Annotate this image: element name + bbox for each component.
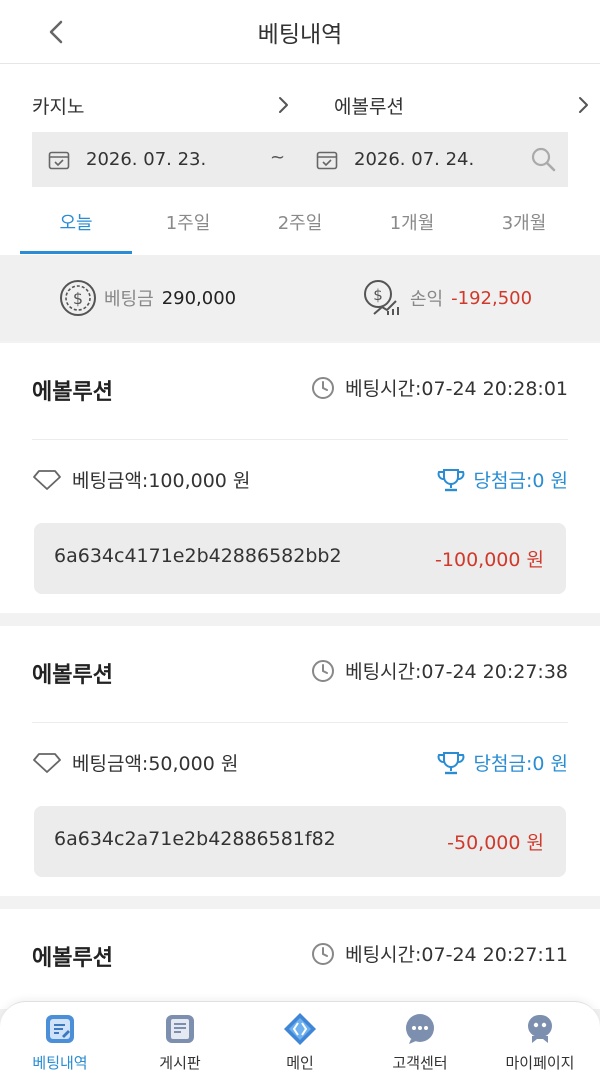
profit-total: $ 손익 -192,500 <box>362 255 532 341</box>
bet-detail-box: 6a634c2a71e2b42886581f82 -50,000 원 <box>34 806 566 877</box>
tab-1month[interactable]: 1개월 <box>356 190 468 254</box>
bet-time-text: 베팅시간:07-24 20:28:01 <box>345 378 568 400</box>
bottom-navigation: 베팅내역 게시판 메인 고객센터 마이페이지 <box>0 1001 600 1075</box>
svg-text:$: $ <box>373 286 383 304</box>
nav-label: 게시판 <box>159 1054 201 1072</box>
provider-selector[interactable]: 에볼루션 <box>334 80 590 130</box>
svg-text:$: $ <box>73 289 83 308</box>
bet-amount: 베팅금액:50,000 원 <box>32 749 238 776</box>
chevron-right-icon <box>279 97 288 113</box>
app-header: 베팅내역 <box>0 0 600 64</box>
bet-time: 베팅시간:07-24 20:27:38 <box>311 657 568 684</box>
main-icon <box>284 1013 316 1045</box>
game-name: 에볼루션 <box>32 380 113 405</box>
game-name: 에볼루션 <box>32 663 113 688</box>
bet-id: 6a634c4171e2b42886582bb2 <box>54 545 342 567</box>
nav-board[interactable]: 게시판 <box>120 1002 240 1075</box>
nav-label: 메인 <box>286 1054 314 1072</box>
bet-total-value: 290,000 <box>161 287 237 309</box>
bet-amount-text: 베팅금액:100,000 원 <box>72 470 251 492</box>
coin-dollar-icon: $ <box>60 280 96 316</box>
calendar-icon <box>48 151 70 169</box>
bet-total-label: 베팅금 <box>104 289 154 310</box>
bet-profit-loss: -50,000 원 <box>447 832 544 854</box>
search-icon <box>531 147 556 172</box>
date-range-bar: 2026. 07. 23. ~ 2026. 07. 24. <box>32 132 568 187</box>
mypage-icon <box>528 1015 552 1043</box>
nav-label: 고객센터 <box>392 1054 448 1072</box>
tab-today[interactable]: 오늘 <box>20 190 132 254</box>
diamond-icon <box>33 752 61 773</box>
bet-time: 베팅시간:07-24 20:27:11 <box>311 940 568 967</box>
tab-3months[interactable]: 3개월 <box>468 190 580 254</box>
page-title: 베팅내역 <box>257 21 343 48</box>
provider-label: 에볼루션 <box>334 95 404 118</box>
nav-mypage[interactable]: 마이페이지 <box>480 1002 600 1075</box>
win-amount: 당첨금:0 원 <box>436 466 568 493</box>
clock-icon <box>312 376 335 399</box>
period-tabs: 오늘 1주일 2주일 1개월 3개월 <box>20 190 580 254</box>
category-label: 카지노 <box>32 95 85 118</box>
date-to-field[interactable]: 2026. 07. 24. <box>316 132 474 187</box>
chevron-right-icon <box>579 97 588 113</box>
date-to-value: 2026. 07. 24. <box>354 149 475 170</box>
date-from-value: 2026. 07. 23. <box>86 149 207 170</box>
nav-customer-center[interactable]: 고객센터 <box>360 1002 480 1075</box>
category-selector[interactable]: 카지노 <box>32 80 290 130</box>
bet-history-icon <box>46 1015 74 1043</box>
summary-bar: $ 베팅금 290,000 $ 손익 -192,500 <box>0 255 600 341</box>
bet-id: 6a634c2a71e2b42886581f82 <box>54 828 336 850</box>
tab-2weeks[interactable]: 2주일 <box>244 190 356 254</box>
trophy-icon <box>437 751 464 774</box>
bet-time: 베팅시간:07-24 20:28:01 <box>311 374 568 401</box>
search-button[interactable] <box>530 146 556 176</box>
bet-record-card[interactable]: 에볼루션 베팅시간:07-24 20:27:38 베팅금액:50,000 원 당… <box>0 626 600 896</box>
clock-icon <box>312 659 335 682</box>
bet-profit-loss: -100,000 원 <box>435 549 544 571</box>
calendar-icon <box>316 151 338 169</box>
game-name: 에볼루션 <box>32 946 113 971</box>
profit-total-value: -192,500 <box>451 287 533 309</box>
profit-chart-icon: $ <box>364 280 399 315</box>
filter-panel: 카지노 에볼루션 2026. 07. 23. ~ 2026. 07. 24. 오… <box>0 64 600 255</box>
bet-record-card[interactable]: 에볼루션 베팅시간:07-24 20:28:01 베팅금액:100,000 원 … <box>0 343 600 613</box>
bet-time-text: 베팅시간:07-24 20:27:38 <box>345 661 568 683</box>
win-amount: 당첨금:0 원 <box>436 749 568 776</box>
win-amount-text: 당첨금:0 원 <box>473 470 568 492</box>
date-separator: ~ <box>270 147 286 168</box>
date-from-field[interactable]: 2026. 07. 23. <box>48 132 206 187</box>
board-icon <box>166 1015 194 1043</box>
bet-total: $ 베팅금 290,000 <box>58 255 236 341</box>
bet-detail-box: 6a634c4171e2b42886582bb2 -100,000 원 <box>34 523 566 594</box>
nav-main[interactable]: 메인 <box>240 1002 360 1075</box>
diamond-icon <box>33 469 61 490</box>
nav-label: 마이페이지 <box>505 1054 575 1072</box>
bet-amount-text: 베팅금액:50,000 원 <box>72 753 239 775</box>
win-amount-text: 당첨금:0 원 <box>473 753 568 775</box>
trophy-icon <box>437 468 464 491</box>
bet-record-card[interactable]: 에볼루션 베팅시간:07-24 20:27:11 <box>0 909 600 1009</box>
nav-label: 베팅내역 <box>32 1054 88 1072</box>
bet-amount: 베팅금액:100,000 원 <box>32 466 250 493</box>
clock-icon <box>312 942 335 965</box>
tab-1week[interactable]: 1주일 <box>132 190 244 254</box>
chevron-left-icon <box>49 20 63 44</box>
chat-icon <box>406 1014 434 1044</box>
bet-time-text: 베팅시간:07-24 20:27:11 <box>345 944 568 966</box>
nav-bet-history[interactable]: 베팅내역 <box>0 1002 120 1075</box>
profit-total-label: 손익 <box>410 289 444 310</box>
back-button[interactable] <box>36 12 76 52</box>
